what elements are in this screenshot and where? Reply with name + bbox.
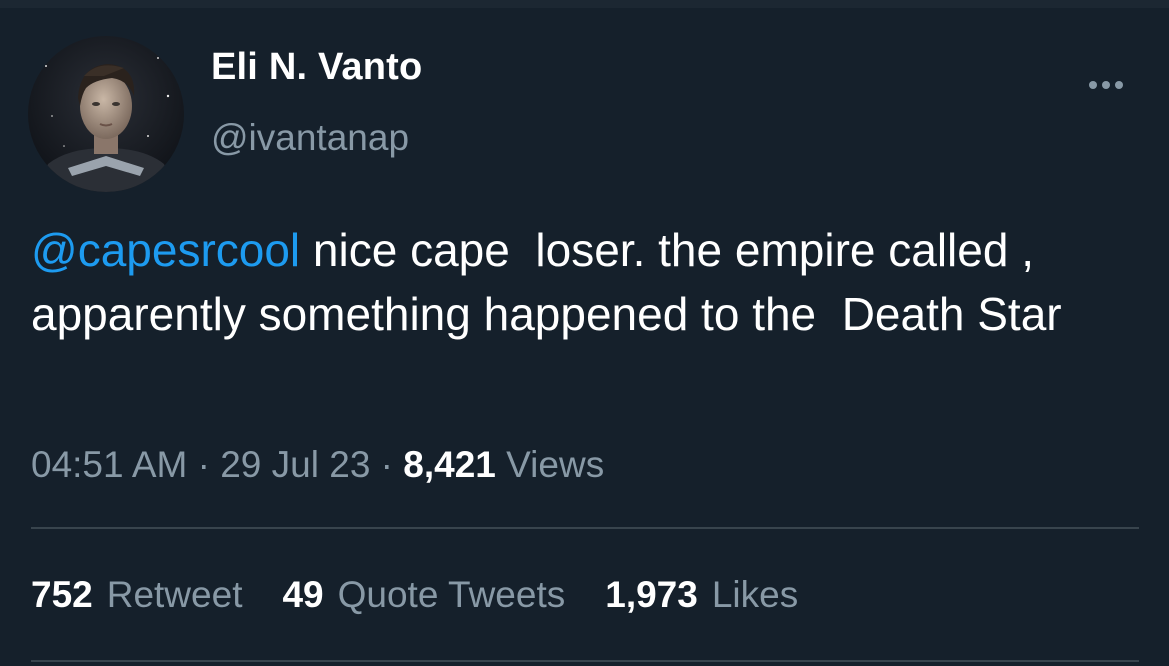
dot — [1115, 81, 1123, 89]
display-name[interactable]: Eli N. Vanto — [211, 46, 422, 89]
retweets-label: Retweet — [106, 574, 243, 615]
views-count: 8,421 — [403, 444, 496, 485]
likes-count: 1,973 — [605, 574, 698, 615]
views-label: Views — [495, 444, 605, 485]
meta-separator: · — [370, 444, 404, 485]
engagement-stats: 752 Retweet 49 Quote Tweets 1,973 Likes — [31, 574, 798, 616]
tweet-date[interactable]: 29 Jul 23 — [220, 444, 370, 485]
likes-label: Likes — [711, 574, 799, 615]
dot — [1102, 81, 1110, 89]
mention-link[interactable]: @capesrcool — [31, 224, 300, 276]
tweet-meta: 04:51 AM · 29 Jul 23 · 8,421 Views — [31, 444, 604, 486]
avatar[interactable] — [28, 36, 184, 192]
tweet-text: @capesrcool nice cape loser. the empire … — [31, 218, 1141, 346]
more-dots-icon[interactable] — [1080, 70, 1132, 100]
quote-tweets-count: 49 — [282, 574, 324, 615]
user-handle[interactable]: @ivantanap — [211, 117, 409, 159]
tweet-time[interactable]: 04:51 AM — [31, 444, 187, 485]
meta-separator: · — [187, 444, 221, 485]
retweets-stat[interactable]: 752 Retweet — [31, 574, 242, 616]
retweets-count: 752 — [31, 574, 93, 615]
dot — [1089, 81, 1097, 89]
divider — [31, 527, 1139, 529]
top-border — [0, 0, 1169, 8]
divider-bottom — [31, 660, 1139, 662]
tweet-card: Eli N. Vanto @ivantanap @capesrcool nice… — [0, 0, 1169, 666]
portrait-avatar-icon — [28, 36, 184, 192]
quote-tweets-stat[interactable]: 49 Quote Tweets — [282, 574, 565, 616]
likes-stat[interactable]: 1,973 Likes — [605, 574, 798, 616]
quote-tweets-label: Quote Tweets — [337, 574, 566, 615]
